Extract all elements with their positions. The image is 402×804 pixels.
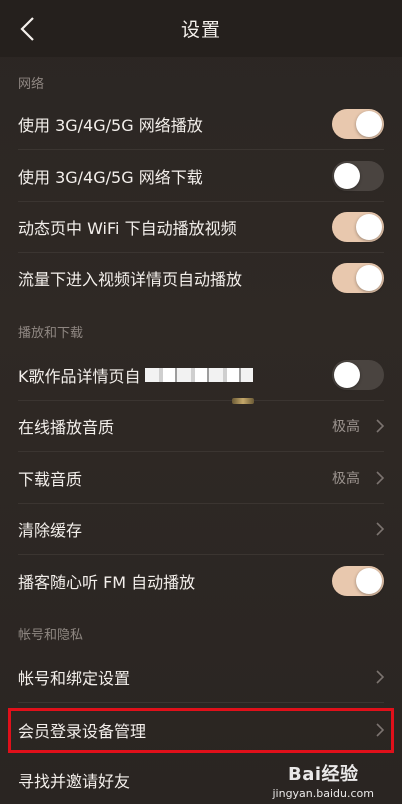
section-header-playback: 播放和下载 xyxy=(18,326,84,341)
redacted-text xyxy=(145,368,253,382)
toggle-data-autoplay[interactable] xyxy=(332,263,384,293)
row-podcast-fm-autoplay[interactable]: 播客随心听 FM 自动播放 xyxy=(0,555,402,607)
row-label: 在线播放音质 xyxy=(18,418,115,437)
row-3g-play[interactable]: 使用 3G/4G/5G 网络播放 xyxy=(0,98,402,150)
divider xyxy=(18,702,384,703)
row-label: 清除缓存 xyxy=(18,521,83,540)
toggle-knob xyxy=(356,111,382,137)
section-header-network: 网络 xyxy=(18,77,45,92)
row-label: 动态页中 WiFi 下自动播放视频 xyxy=(18,219,237,238)
chevron-right-icon xyxy=(376,522,385,536)
chevron-left-icon[interactable] xyxy=(14,15,40,43)
row-label: 播客随心听 FM 自动播放 xyxy=(18,573,196,592)
row-download-quality[interactable]: 下载音质 极高 xyxy=(0,452,402,504)
row-wifi-autoplay[interactable]: 动态页中 WiFi 下自动播放视频 xyxy=(0,201,402,253)
toggle-3g-download[interactable] xyxy=(332,161,384,191)
chevron-right-icon xyxy=(376,419,385,433)
toggle-knob xyxy=(356,214,382,240)
row-3g-download[interactable]: 使用 3G/4G/5G 网络下载 xyxy=(0,150,402,202)
row-label: 帐号和绑定设置 xyxy=(18,669,131,688)
row-label: 下载音质 xyxy=(18,470,83,489)
row-value: 极高 xyxy=(332,471,360,487)
toggle-knob xyxy=(356,265,382,291)
row-account-binding[interactable]: 帐号和绑定设置 xyxy=(0,651,402,703)
page-title: 设置 xyxy=(180,19,221,41)
row-label: 寻找并邀请好友 xyxy=(18,772,131,791)
chevron-right-icon xyxy=(376,670,385,684)
nav-bar: 设置 xyxy=(0,0,402,57)
toggle-knob xyxy=(334,163,360,189)
row-label: 使用 3G/4G/5G 网络下载 xyxy=(18,168,203,187)
row-label: K歌作品详情页自 xyxy=(18,367,141,386)
row-label: 流量下进入视频详情页自动播放 xyxy=(18,270,243,289)
row-clear-cache[interactable]: 清除缓存 xyxy=(0,503,402,555)
row-data-autoplay[interactable]: 流量下进入视频详情页自动播放 xyxy=(0,252,402,304)
row-value: 极高 xyxy=(332,419,360,435)
row-kge-detail[interactable]: K歌作品详情页自 xyxy=(0,349,402,401)
row-label: 使用 3G/4G/5G 网络播放 xyxy=(18,116,203,135)
watermark-brand: Bai经验 xyxy=(287,764,359,785)
row-online-quality[interactable]: 在线播放音质 极高 xyxy=(0,400,402,452)
watermark: Bai经验 jingyan.baidu.com xyxy=(272,760,374,800)
toggle-kge-detail[interactable] xyxy=(332,360,384,390)
section-header-account: 帐号和隐私 xyxy=(18,628,84,643)
toggle-knob xyxy=(334,362,360,388)
chevron-right-icon xyxy=(376,471,385,485)
watermark-url: jingyan.baidu.com xyxy=(272,787,374,800)
toggle-3g-play[interactable] xyxy=(332,109,384,139)
toggle-knob xyxy=(356,568,382,594)
highlight-box xyxy=(8,708,394,753)
toggle-podcast-fm[interactable] xyxy=(332,566,384,596)
toggle-wifi-autoplay[interactable] xyxy=(332,212,384,242)
